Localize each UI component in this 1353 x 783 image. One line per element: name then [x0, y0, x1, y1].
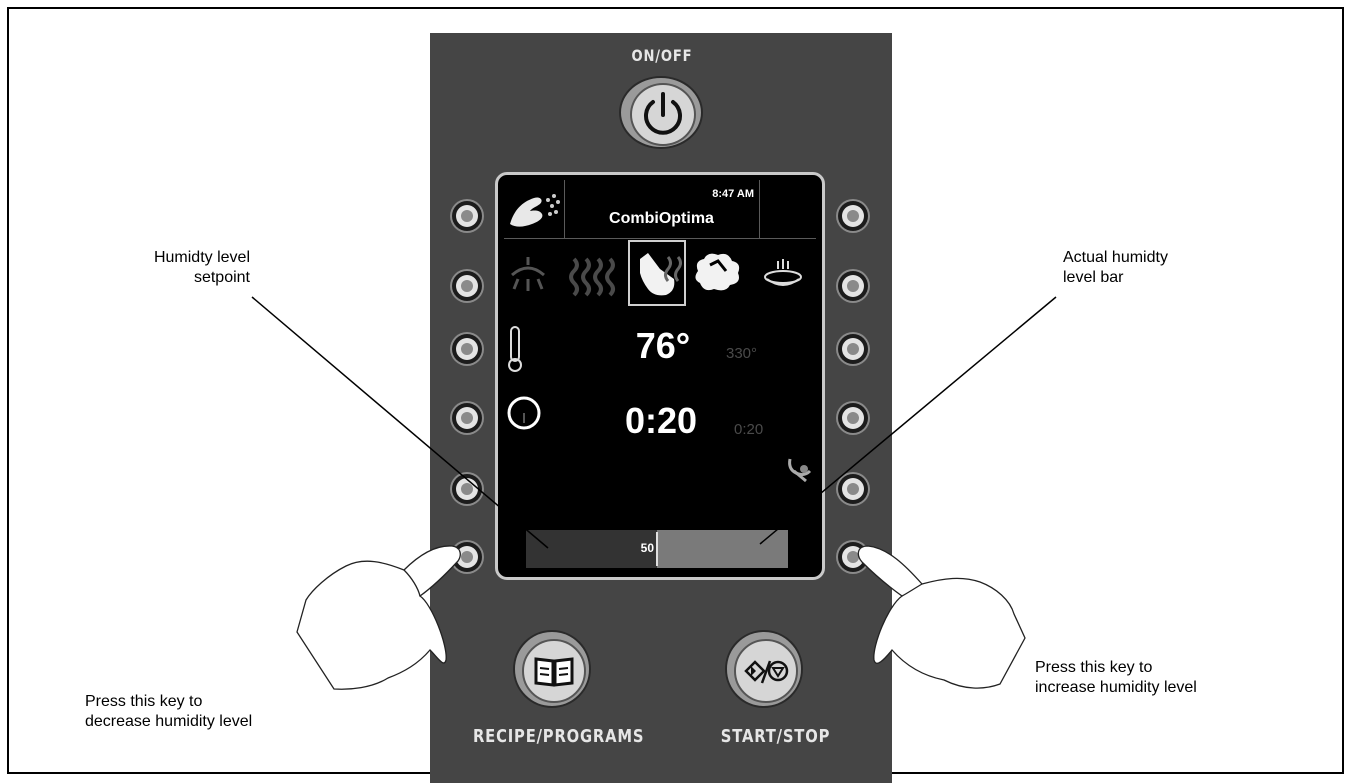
increase-callout-line2: increase humidity level	[1035, 679, 1197, 696]
bar-callout-line1: Actual humidty	[1063, 249, 1168, 266]
setpoint-leader-line	[251, 296, 549, 549]
increase-callout-line1: Press this key to	[1035, 659, 1153, 676]
decrease-callout-line1: Press this key to	[85, 693, 203, 710]
bar-leader-line	[759, 296, 1057, 545]
setpoint-callout: Humidty level setpoint	[70, 248, 250, 288]
bar-callout: Actual humidty level bar	[1063, 248, 1263, 288]
decrease-callout: Press this key to decrease humidity leve…	[85, 692, 345, 732]
pointing-hand-icon	[296, 545, 461, 690]
setpoint-callout-line2: setpoint	[193, 269, 250, 286]
decrease-callout-line2: decrease humidity level	[85, 713, 253, 730]
bar-callout-line2: level bar	[1063, 269, 1124, 286]
setpoint-callout-line1: Humidty level	[153, 249, 250, 266]
increase-callout: Press this key to increase humidity leve…	[1035, 658, 1295, 698]
pointing-hand-icon	[857, 545, 1026, 689]
